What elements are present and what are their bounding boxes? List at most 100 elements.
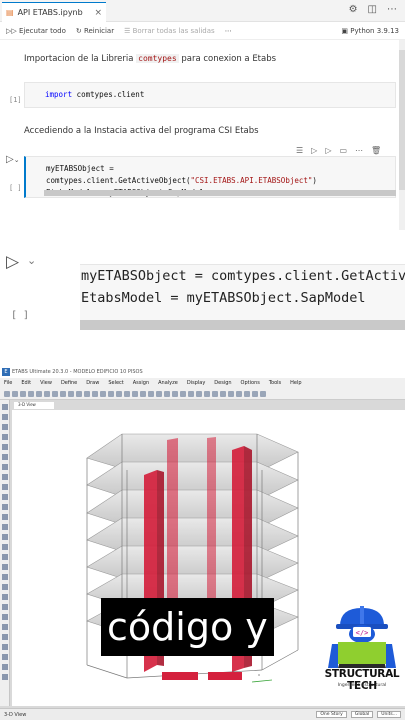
- clear-outputs-button[interactable]: ☰ Borrar todas las salidas: [124, 27, 215, 35]
- snap-parallel-icon[interactable]: [2, 644, 8, 650]
- draw-joint-icon[interactable]: [2, 424, 8, 430]
- vertical-scrollbar[interactable]: [399, 40, 405, 230]
- draw-wall-icon[interactable]: [2, 464, 8, 470]
- chevron-down-icon[interactable]: ⌄: [27, 254, 36, 267]
- snap-perpendicular-icon[interactable]: [2, 594, 8, 600]
- menu-item[interactable]: Assign: [133, 380, 149, 386]
- pan-icon[interactable]: [60, 390, 66, 397]
- split-cell-icon[interactable]: ▭: [339, 146, 347, 155]
- draw-wall-icon[interactable]: [220, 390, 226, 397]
- forces-icon[interactable]: [180, 390, 186, 397]
- units-button[interactable]: Units...: [377, 711, 401, 718]
- view-options-icon[interactable]: [2, 674, 8, 680]
- horizontal-scrollbar[interactable]: [80, 320, 405, 330]
- zoomed-code[interactable]: myETABSObject = comtypes.client.GetActiv…: [80, 264, 405, 320]
- snap-intersection-icon[interactable]: [2, 584, 8, 590]
- measure-icon[interactable]: [2, 654, 8, 660]
- run-cell-icon[interactable]: ▷⌄: [6, 154, 20, 165]
- more-icon[interactable]: ⋯: [387, 4, 397, 15]
- menu-item[interactable]: Design: [214, 380, 231, 386]
- run-all-button[interactable]: ▷▷ Ejecutar todo: [6, 27, 66, 35]
- menu-item[interactable]: Tools: [269, 380, 281, 386]
- pointer-icon[interactable]: [204, 390, 210, 397]
- menu-item[interactable]: Help: [290, 380, 301, 386]
- menu-item[interactable]: Options: [241, 380, 260, 386]
- menu-item[interactable]: Select: [108, 380, 123, 386]
- run-cell-icon[interactable]: ▷: [6, 252, 19, 272]
- section-cut-icon[interactable]: [2, 664, 8, 670]
- snap-extension-icon[interactable]: [2, 634, 8, 640]
- reshape-icon[interactable]: [2, 414, 8, 420]
- draw-brace-icon[interactable]: [2, 454, 8, 460]
- draw-dimension-icon[interactable]: [2, 504, 8, 510]
- zoom-out-icon[interactable]: [76, 390, 82, 397]
- draw-opening-icon[interactable]: [2, 484, 8, 490]
- perspective-icon[interactable]: [140, 390, 146, 397]
- 3d-view-icon[interactable]: [108, 390, 114, 397]
- draw-column-icon[interactable]: [2, 444, 8, 450]
- tab-api-etabs[interactable]: ▤ API ETABS.ipynb ×: [2, 2, 106, 22]
- menu-item[interactable]: Edit: [21, 380, 31, 386]
- help-icon[interactable]: [260, 390, 266, 397]
- lock-icon[interactable]: [44, 390, 50, 397]
- menu-item[interactable]: File: [4, 380, 12, 386]
- delete-icon[interactable]: 🗑: [371, 146, 381, 155]
- close-icon[interactable]: ×: [94, 8, 102, 18]
- clear-select-icon[interactable]: [2, 544, 8, 550]
- more-icon[interactable]: ⋯: [355, 146, 363, 155]
- gear-icon[interactable]: ⚙: [349, 4, 358, 15]
- rotate-icon[interactable]: [132, 390, 138, 397]
- snap-fine-icon[interactable]: [2, 624, 8, 630]
- new-model-icon[interactable]: [4, 390, 10, 397]
- zoom-in-icon[interactable]: [68, 390, 74, 397]
- run-by-line-icon[interactable]: ☰: [296, 146, 303, 155]
- horizontal-scrollbar[interactable]: [44, 190, 396, 196]
- restart-button[interactable]: ↻ Reiniciar: [76, 27, 114, 35]
- options-icon[interactable]: [252, 390, 258, 397]
- menu-item[interactable]: Draw: [86, 380, 99, 386]
- draw-frame-icon[interactable]: [212, 390, 218, 397]
- grid-icon[interactable]: [236, 390, 242, 397]
- design-icon[interactable]: [188, 390, 194, 397]
- run-analysis-icon[interactable]: [52, 390, 58, 397]
- zoom-all-icon[interactable]: [92, 390, 98, 397]
- plan-view-icon[interactable]: [116, 390, 122, 397]
- elevation-view-icon[interactable]: [124, 390, 130, 397]
- redo-icon[interactable]: [36, 390, 42, 397]
- undo-icon[interactable]: [28, 390, 34, 397]
- open-icon[interactable]: [12, 390, 18, 397]
- draw-link-icon[interactable]: [2, 494, 8, 500]
- snap-point-icon[interactable]: [2, 554, 8, 560]
- kernel-picker[interactable]: ▣ Python 3.9.13: [341, 27, 399, 35]
- draw-beam-icon[interactable]: [2, 434, 8, 440]
- draw-floor-icon[interactable]: [2, 474, 8, 480]
- deformed-icon[interactable]: [172, 390, 178, 397]
- snap-line-icon[interactable]: [2, 604, 8, 610]
- snap-grid-icon[interactable]: [2, 614, 8, 620]
- refresh-icon[interactable]: [100, 390, 106, 397]
- split-editor-icon[interactable]: ◫: [368, 4, 377, 15]
- view-tab-3d[interactable]: 3-D View: [14, 402, 54, 409]
- down-story-icon[interactable]: [156, 390, 162, 397]
- snap-icon[interactable]: [244, 390, 250, 397]
- deselect-icon[interactable]: [2, 524, 8, 530]
- execute-above-icon[interactable]: ▷: [311, 146, 317, 155]
- story-select[interactable]: One Story: [316, 711, 347, 718]
- save-icon[interactable]: [20, 390, 26, 397]
- snap-end-icon[interactable]: [2, 564, 8, 570]
- menu-item[interactable]: Define: [61, 380, 77, 386]
- zoom-window-icon[interactable]: [84, 390, 90, 397]
- select-icon[interactable]: [2, 514, 8, 520]
- menu-item[interactable]: Display: [187, 380, 205, 386]
- display-icon[interactable]: [164, 390, 170, 397]
- coord-system-select[interactable]: Global: [350, 711, 374, 718]
- scrollbar-thumb[interactable]: [399, 50, 405, 190]
- snap-middle-icon[interactable]: [2, 574, 8, 580]
- menu-item[interactable]: Analyze: [158, 380, 178, 386]
- select-all-icon[interactable]: [196, 390, 202, 397]
- code-cell-1[interactable]: import comtypes.client: [24, 82, 396, 108]
- pointer-icon[interactable]: [2, 404, 8, 410]
- draw-slab-icon[interactable]: [228, 390, 234, 397]
- menu-item[interactable]: View: [40, 380, 52, 386]
- previous-select-icon[interactable]: [2, 534, 8, 540]
